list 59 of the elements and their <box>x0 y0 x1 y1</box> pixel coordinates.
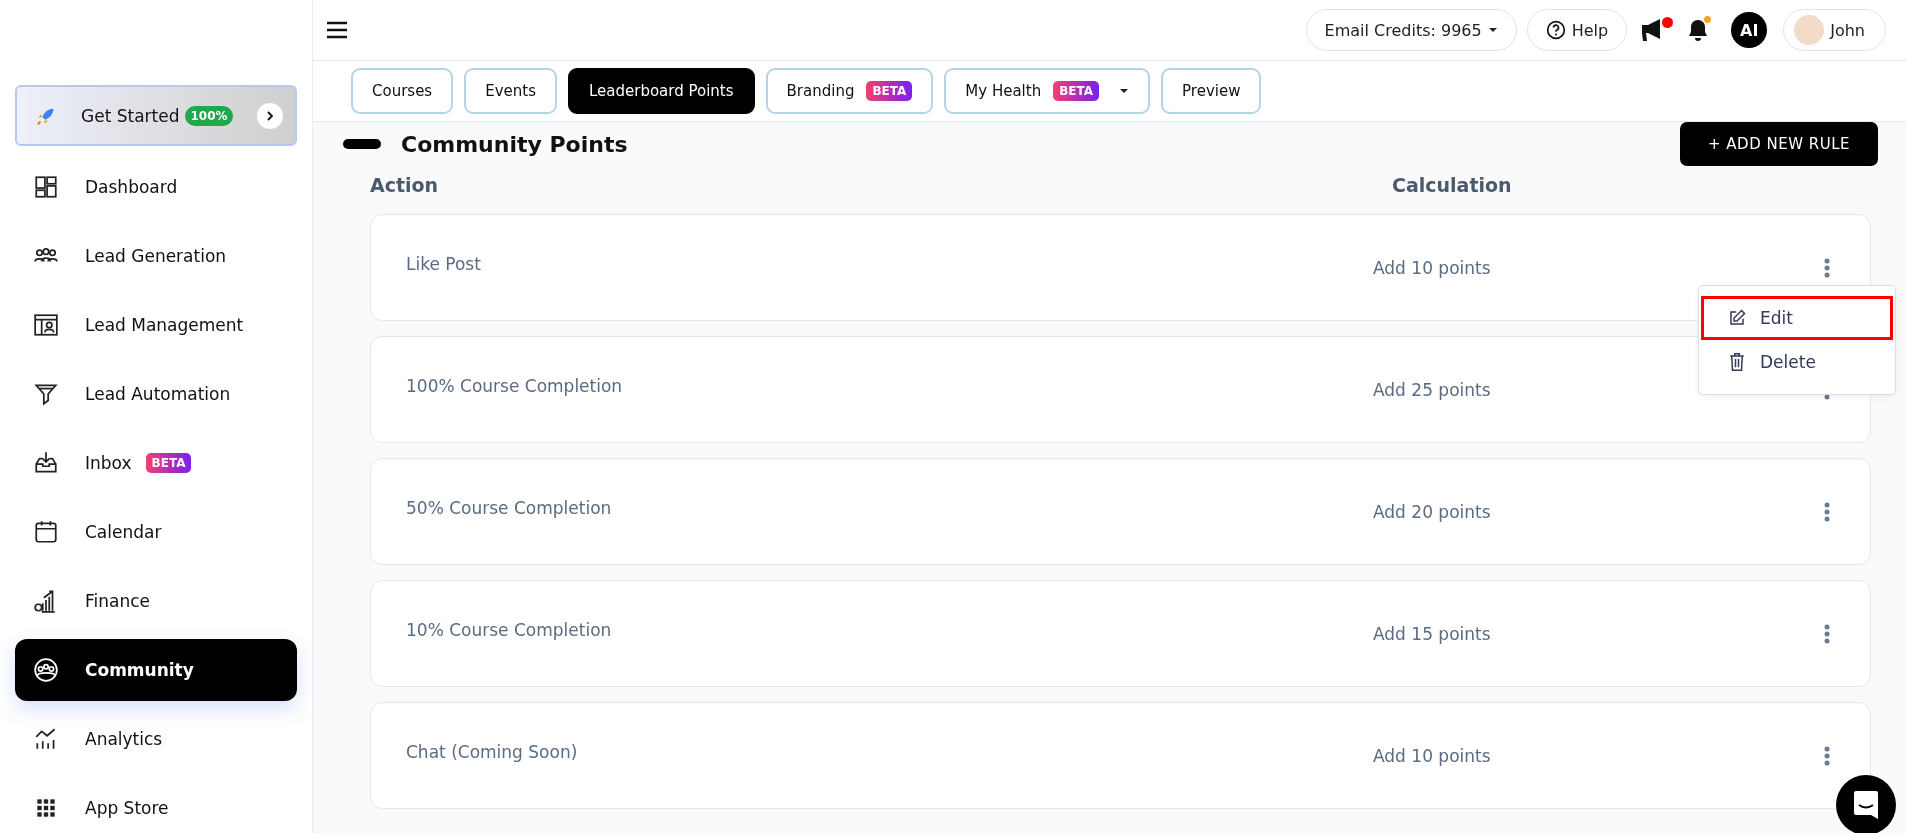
chat-button[interactable] <box>1836 775 1896 833</box>
caret-icon <box>1487 27 1498 33</box>
question-icon <box>1545 20 1566 40</box>
column-header: Calculation <box>1392 174 1512 198</box>
calculation-text: Add 10 points <box>1373 745 1492 766</box>
funnel-icon <box>33 381 59 407</box>
calculation-text: Add 10 points <box>1373 257 1492 278</box>
progress-badge: 100% <box>185 105 233 126</box>
email-credits-dropdown[interactable]: Email Credits: 9965 <box>1305 9 1517 51</box>
menu-item[interactable]: Delete <box>1701 340 1893 384</box>
help-button[interactable]: Help <box>1526 9 1628 51</box>
avatar <box>1794 15 1825 45</box>
chevron-right-icon[interactable] <box>257 102 283 129</box>
calculation-text: Add 25 points <box>1373 379 1492 400</box>
caret-icon[interactable] <box>1119 88 1130 94</box>
section-title: Community Points <box>401 131 628 157</box>
sidebar-item[interactable]: Dashboard <box>15 156 297 218</box>
sidebar-item[interactable]: Lead Management <box>15 294 297 356</box>
contact-card-icon <box>33 312 59 338</box>
tab[interactable]: Branding BETA <box>765 68 934 114</box>
action-text: 100% Course Completion <box>406 375 624 396</box>
column-header: Action <box>370 174 440 198</box>
sidebar-item[interactable]: Lead Generation <box>15 225 297 287</box>
action-text: 10% Course Completion <box>406 619 613 640</box>
community-icon <box>33 657 59 683</box>
sidebar-item[interactable]: Analytics <box>15 708 297 770</box>
beta-badge: BETA <box>145 453 192 473</box>
user-menu-button[interactable]: John <box>1783 9 1886 51</box>
beta-badge: BETA <box>1053 81 1100 101</box>
get-started-button[interactable]: Get Started 100% <box>15 85 297 146</box>
menu-item[interactable]: Edit <box>1701 296 1893 340</box>
sidebar-item[interactable]: Calendar <box>15 501 297 563</box>
action-text: 50% Course Completion <box>406 497 613 518</box>
tab[interactable]: Events <box>464 68 557 114</box>
sidebar-item[interactable]: Lead Automation <box>15 363 297 425</box>
chat-icon <box>1853 790 1879 820</box>
ai-button[interactable]: AI <box>1731 12 1768 48</box>
calculation-text: Add 15 points <box>1373 623 1492 644</box>
action-text: Like Post <box>406 253 482 274</box>
calendar-icon <box>33 519 59 545</box>
sidebar-item[interactable]: Community <box>15 639 297 701</box>
calculation-text: Add 20 points <box>1373 501 1492 522</box>
action-text: Chat (Coming Soon) <box>406 741 579 762</box>
tab[interactable]: Courses <box>351 68 454 114</box>
inbox-icon <box>33 450 59 476</box>
tab[interactable]: Preview <box>1161 68 1262 114</box>
edit-icon <box>1728 309 1746 327</box>
sidebar-item[interactable]: Inbox BETA <box>15 432 297 494</box>
add-new-rule-button[interactable]: + ADD NEW RULE <box>1680 122 1878 166</box>
dashboard-icon <box>33 174 59 200</box>
trash-icon <box>1728 352 1746 372</box>
tab[interactable]: Leaderboard Points <box>568 68 755 114</box>
tab[interactable]: My Health BETA <box>944 68 1151 114</box>
beta-badge: BETA <box>866 81 913 101</box>
section-marker <box>343 139 381 149</box>
sidebar-item[interactable]: App Store <box>15 777 297 833</box>
menu-icon[interactable] <box>326 21 348 39</box>
bell-icon <box>1687 18 1710 42</box>
sidebar-item[interactable]: Finance <box>15 570 297 632</box>
